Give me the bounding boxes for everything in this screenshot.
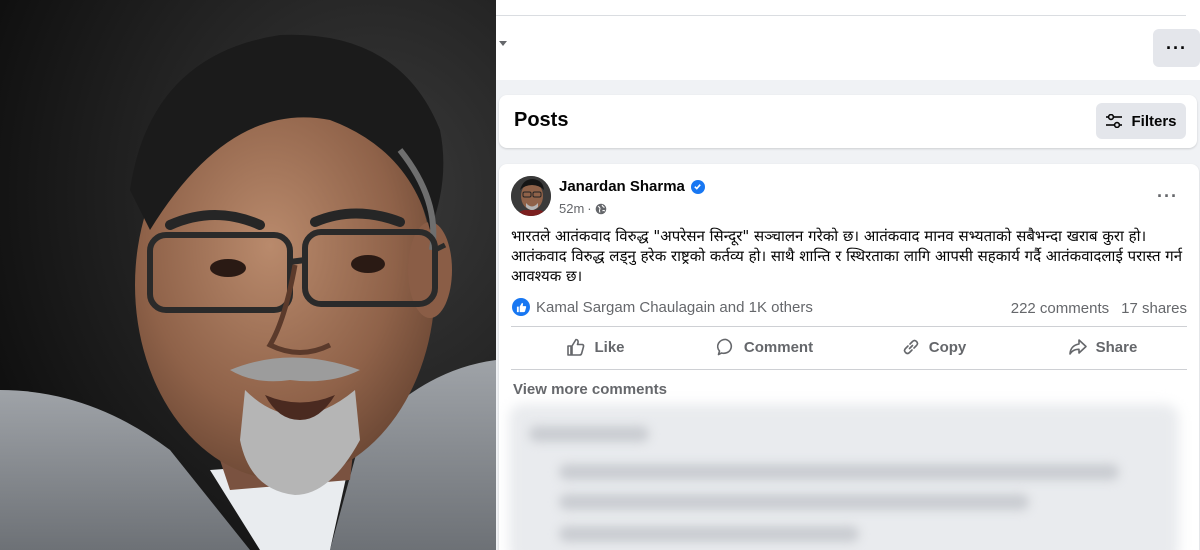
posts-title: Posts xyxy=(514,109,569,131)
posts-header-card: Posts Filters xyxy=(499,95,1197,148)
post-card: Janardan Sharma 52m · ··· भारतले आतंकवाद… xyxy=(499,164,1199,550)
share-label: Share xyxy=(1095,338,1138,356)
avatar[interactable] xyxy=(511,176,551,216)
blurred-line xyxy=(559,526,859,542)
share-button[interactable]: Share xyxy=(1018,329,1187,365)
blurred-line xyxy=(559,494,1029,510)
filters-button[interactable]: Filters xyxy=(1096,103,1186,139)
toolbar-divider xyxy=(496,15,1186,16)
copy-button[interactable]: Copy xyxy=(849,329,1018,365)
post-actions-bar: Like Comment Copy Share xyxy=(511,329,1187,365)
thumbs-up-icon xyxy=(567,338,585,356)
shares-count[interactable]: 17 shares xyxy=(1121,300,1187,317)
engagement-counts: 222 comments 17 shares xyxy=(1011,300,1187,317)
comment-button[interactable]: Comment xyxy=(680,329,849,365)
copy-label: Copy xyxy=(928,338,967,356)
action-divider-bottom xyxy=(511,369,1187,370)
reactions-summary[interactable]: Kamal Sargam Chaulagain and 1K others xyxy=(512,298,813,316)
feed-panel: ··· Posts Filters Janardan Sharma 52m · … xyxy=(496,0,1200,550)
comment-label: Comment xyxy=(743,338,814,356)
portrait-photo xyxy=(0,0,496,550)
comment-icon xyxy=(716,338,732,356)
action-divider-top xyxy=(511,326,1187,327)
meta-separator: · xyxy=(587,201,592,216)
post-time[interactable]: 52m xyxy=(559,201,584,216)
screenshot-root: ··· Posts Filters Janardan Sharma 52m · … xyxy=(0,0,1200,550)
post-author[interactable]: Janardan Sharma xyxy=(559,178,705,195)
share-icon xyxy=(1068,339,1087,355)
like-label: Like xyxy=(594,338,625,356)
post-body-text: भारतले आतंकवाद विरुद्ध "अपरेसन सिन्दूर" … xyxy=(511,227,1183,285)
reactions-text: Kamal Sargam Chaulagain and 1K others xyxy=(536,298,813,316)
dropdown-caret-icon[interactable] xyxy=(499,41,507,46)
sliders-icon xyxy=(1106,114,1123,128)
globe-icon xyxy=(595,203,606,214)
view-more-comments-link[interactable]: View more comments xyxy=(513,381,667,398)
author-name[interactable]: Janardan Sharma xyxy=(559,178,685,195)
more-label: ··· xyxy=(1166,37,1187,58)
filters-label: Filters xyxy=(1131,112,1177,130)
post-options-button[interactable]: ··· xyxy=(1157,186,1178,207)
post-meta: 52m · xyxy=(559,201,607,216)
like-button[interactable]: Like xyxy=(511,329,680,365)
comments-count[interactable]: 222 comments xyxy=(1011,300,1109,317)
link-icon xyxy=(903,339,919,355)
like-reaction-icon xyxy=(512,298,530,316)
blurred-line xyxy=(529,426,649,442)
more-options-button[interactable]: ··· xyxy=(1153,29,1200,67)
profile-toolbar: ··· xyxy=(496,0,1200,80)
verified-badge-icon xyxy=(690,179,705,194)
blurred-line xyxy=(559,464,1119,480)
